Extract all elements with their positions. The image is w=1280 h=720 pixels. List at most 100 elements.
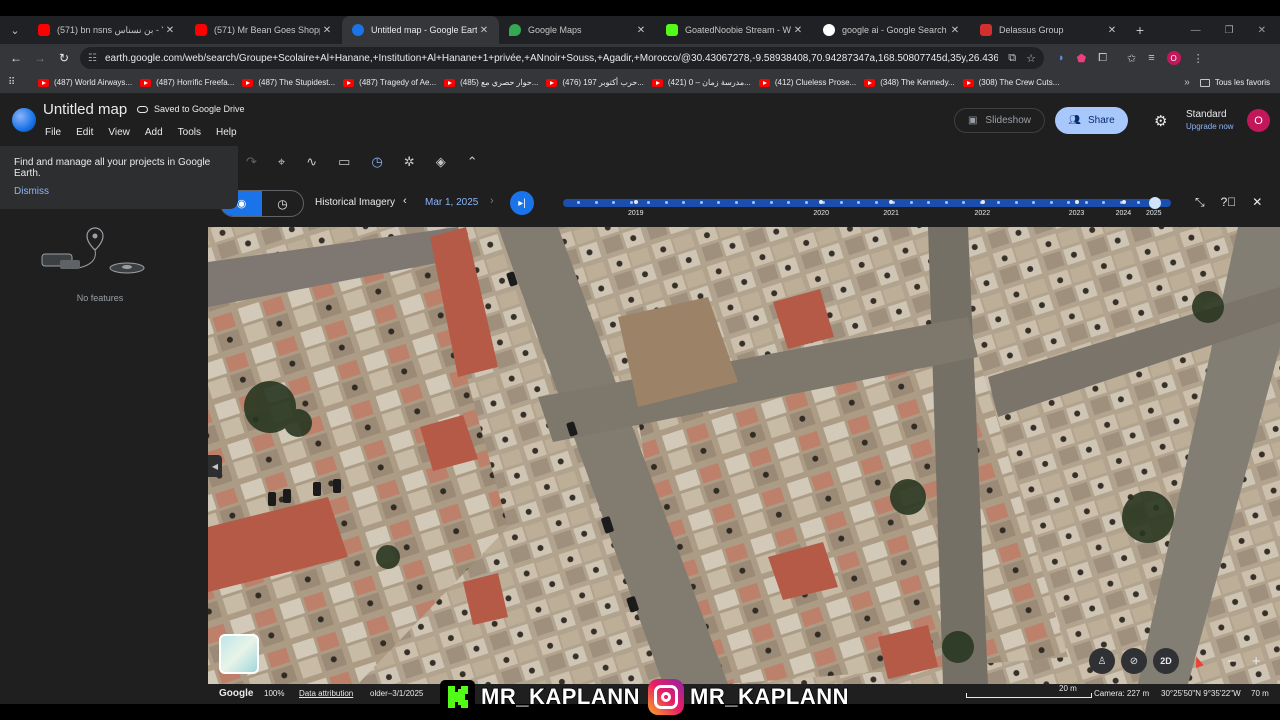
settings-gear-icon[interactable]: ⚙ (1154, 112, 1167, 130)
address-bar[interactable]: ☷ earth.google.com/web/search/Groupe+Sco… (80, 47, 1044, 69)
timeline-tick[interactable] (612, 201, 615, 204)
timeline-tick[interactable] (752, 201, 755, 204)
google-earth-logo-icon[interactable] (12, 108, 36, 132)
timeline-year-marker[interactable] (633, 200, 638, 204)
timeline-tick[interactable] (769, 201, 773, 204)
timeline-year-marker[interactable] (1074, 200, 1079, 204)
plan-info[interactable]: Standard Upgrade now (1186, 109, 1234, 131)
timeline-tick[interactable] (909, 201, 913, 204)
all-bookmarks-folder[interactable]: Tous les favoris (1199, 78, 1270, 87)
browser-tab-active[interactable]: Untitled map - Google Earth ✕ (342, 16, 499, 44)
previous-date-icon[interactable]: ‹ (403, 195, 407, 207)
timeline-slider-handle[interactable] (1149, 197, 1161, 209)
measure-ruler-icon[interactable]: ▭ (338, 154, 350, 170)
timeline-tick[interactable] (1032, 201, 1035, 204)
collapse-toolbar-icon[interactable]: ⌃ (467, 154, 478, 170)
profile-avatar[interactable]: O (1166, 51, 1181, 65)
satellite-map-view[interactable] (208, 227, 1280, 684)
map-layers-icon[interactable]: ◈ (436, 154, 446, 170)
bookmark-item[interactable]: (487) Tragedy of Ae... (343, 78, 436, 87)
map-style-thumbnail[interactable] (219, 634, 259, 674)
timeline-tick[interactable] (874, 201, 878, 204)
close-tab-icon[interactable]: ✕ (477, 25, 491, 36)
slideshow-button[interactable]: ▣ Slideshow (954, 108, 1045, 133)
add-path-icon[interactable]: ∿ (306, 154, 317, 170)
zoom-out-icon[interactable]: − (1227, 653, 1236, 670)
map-title[interactable]: Untitled map (43, 101, 127, 118)
upgrade-link[interactable]: Upgrade now (1186, 122, 1234, 131)
menu-tools[interactable]: Tools (178, 127, 201, 138)
redo-icon[interactable]: ↷ (246, 154, 257, 170)
bookmark-item[interactable]: (348) The Kennedy... (864, 78, 955, 87)
timeline-tick[interactable] (664, 201, 668, 204)
timeline-tick[interactable] (1102, 201, 1105, 204)
imagery-date[interactable]: Mar 1, 2025 (425, 197, 478, 208)
menu-view[interactable]: View (108, 127, 130, 138)
street-view-pegman-icon[interactable]: ♙ (1089, 648, 1115, 674)
timeline-tick[interactable] (699, 201, 703, 204)
timeline-tick[interactable] (629, 201, 633, 204)
timeline-tick[interactable] (717, 201, 720, 204)
timeline-tick[interactable] (927, 201, 930, 204)
forward-icon[interactable]: → (28, 51, 52, 65)
dismiss-button[interactable]: Dismiss (14, 186, 49, 197)
share-button[interactable]: 👥︎ Share (1055, 107, 1128, 134)
add-placemark-icon[interactable]: ⌖ (278, 154, 285, 170)
close-tab-icon[interactable]: ✕ (791, 25, 805, 36)
imagery-timeline[interactable] (563, 199, 1171, 207)
timeline-tick[interactable] (647, 201, 650, 204)
extension-icon[interactable]: ◗ (1058, 52, 1065, 64)
timeline-tick[interactable] (1067, 201, 1070, 204)
next-date-icon[interactable]: › (490, 195, 494, 207)
timeline-tick[interactable] (997, 201, 1000, 204)
timeline-year-marker[interactable] (980, 200, 985, 204)
historical-mode-icon[interactable]: ◷ (262, 191, 303, 216)
back-icon[interactable]: ← (4, 51, 28, 65)
browser-tab[interactable]: Google Maps ✕ (499, 16, 656, 44)
toggle-2d-button[interactable]: 2D (1153, 648, 1179, 674)
bookmark-item[interactable]: (412) Clueless Prose... (758, 78, 856, 87)
new-tab-button[interactable]: + (1127, 22, 1153, 38)
compass-icon[interactable] (1185, 648, 1211, 674)
bookmark-item[interactable]: (308) The Crew Cuts... (962, 78, 1059, 87)
historical-imagery-icon[interactable]: ◷ (371, 154, 382, 170)
timeline-tick[interactable] (594, 201, 598, 204)
menu-add[interactable]: Add (145, 127, 163, 138)
close-history-icon[interactable]: ✕ (1252, 195, 1262, 210)
menu-edit[interactable]: Edit (76, 127, 93, 138)
maximize-icon[interactable]: ❐ (1225, 25, 1234, 36)
close-tab-icon[interactable]: ✕ (1105, 25, 1119, 36)
jump-to-latest-button[interactable]: ▸| (510, 191, 534, 215)
bookmark-item[interactable]: (485) حوار حصري مع... (444, 78, 538, 87)
browser-menu-icon[interactable]: ⋮ (1193, 52, 1204, 65)
close-window-icon[interactable]: ✕ (1258, 25, 1266, 36)
menu-help[interactable]: Help (216, 127, 237, 138)
minimize-icon[interactable]: — (1191, 25, 1201, 36)
timeline-tick[interactable] (944, 201, 948, 204)
bookmark-item[interactable]: (421) مدرسة زمان – 0... (651, 78, 751, 87)
browser-tab[interactable]: google ai - Google Search ✕ (813, 16, 970, 44)
menu-file[interactable]: File (45, 127, 61, 138)
bookmark-item[interactable]: (487) The Stupidest... (242, 78, 335, 87)
close-tab-icon[interactable]: ✕ (948, 25, 962, 36)
help-icon[interactable]: ?⃝ (1221, 195, 1237, 210)
site-info-icon[interactable]: ☷ (88, 53, 97, 64)
timeline-tick[interactable] (1049, 201, 1053, 204)
open-in-app-icon[interactable]: ⧉ (1008, 52, 1016, 65)
bookmark-item[interactable]: (476) حرب أكتوبر 197... (546, 78, 644, 87)
browser-tab[interactable]: Delassus Group ✕ (970, 16, 1127, 44)
timeline-tick[interactable] (1014, 201, 1018, 204)
media-controls-icon[interactable]: ≡ (1148, 52, 1154, 64)
timeline-tick[interactable] (839, 201, 843, 204)
bookmark-star-icon[interactable]: ☆ (1026, 52, 1036, 65)
hide-3d-icon[interactable]: ⊘ (1121, 648, 1147, 674)
collapse-panel-icon[interactable]: ◀ (208, 455, 222, 477)
close-tab-icon[interactable]: ✕ (320, 25, 334, 36)
timeline-tick[interactable] (962, 201, 965, 204)
more-bookmarks-icon[interactable]: » (1184, 77, 1190, 88)
close-tab-icon[interactable]: ✕ (634, 25, 648, 36)
data-attribution-link[interactable]: Data attribution (299, 689, 353, 698)
user-avatar[interactable]: O (1247, 109, 1270, 132)
voyager-icon[interactable]: ✲ (404, 154, 415, 170)
timeline-tick[interactable] (1137, 201, 1140, 204)
